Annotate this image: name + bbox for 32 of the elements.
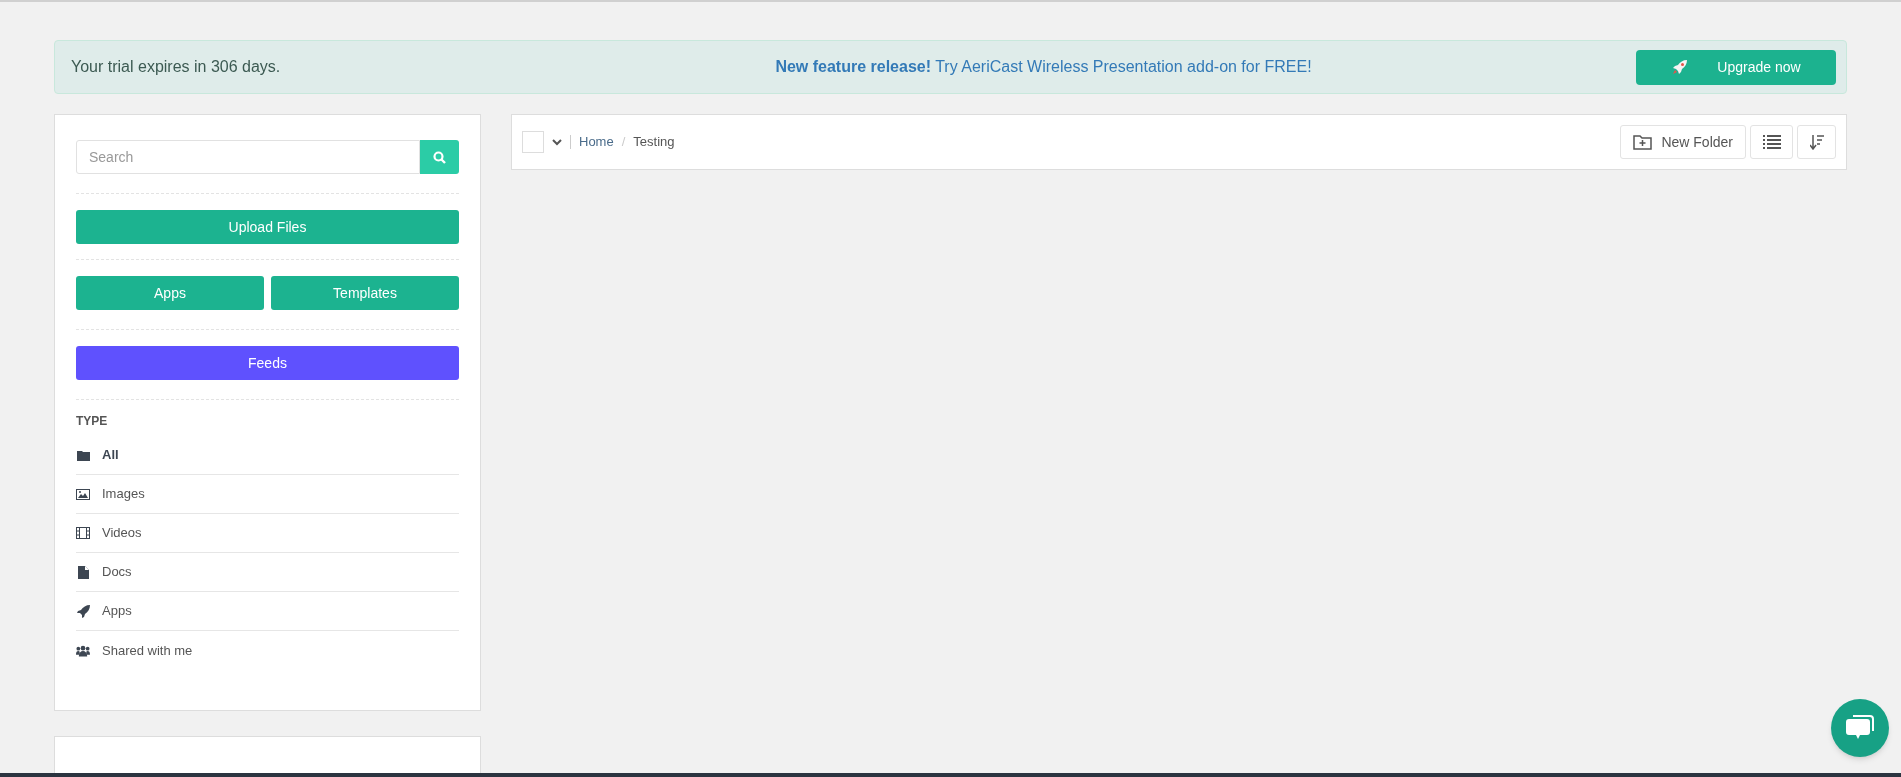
folder-icon [76, 449, 90, 461]
type-filter-item[interactable]: All [102, 445, 119, 465]
chat-button[interactable] [1831, 699, 1889, 757]
folder-plus-icon [1633, 134, 1654, 150]
new-folder-button[interactable]: New Folder [1620, 125, 1746, 159]
type-filter-item[interactable]: Videos [102, 523, 142, 543]
search-icon [433, 150, 446, 164]
breadcrumb-current: Testing [633, 133, 675, 152]
caret-icon[interactable] [552, 138, 562, 146]
rocket-icon [1671, 58, 1690, 76]
breadcrumb-link[interactable]: Home [579, 132, 614, 152]
search-field[interactable]: Search [76, 140, 420, 174]
sort-button[interactable] [1797, 125, 1836, 159]
select-all-checkbox[interactable] [522, 131, 544, 153]
document-icon [77, 565, 89, 579]
users-icon [76, 644, 90, 657]
sort-icon [1809, 134, 1824, 150]
section-heading: TYPE [76, 413, 109, 430]
list-view-button[interactable] [1750, 125, 1793, 159]
rocket-icon [76, 604, 90, 618]
type-filter-item[interactable]: Shared with me [102, 640, 193, 661]
film-icon [76, 527, 90, 539]
type-filter-item[interactable]: Images [102, 484, 145, 504]
list-icon [1762, 135, 1781, 149]
feeds-button[interactable]: Feeds [76, 346, 459, 380]
trial-notice: Your trial expires in 306 days. [71, 57, 282, 77]
type-filter-item[interactable]: Docs [102, 562, 132, 582]
breadcrumb-separator: / [621, 133, 626, 152]
image-icon [76, 488, 90, 500]
type-filter-item[interactable]: Apps [102, 601, 132, 621]
search-button[interactable] [420, 140, 459, 174]
announcement-text: New feature release! Try AeriCast Wireless Presentation add-on for FREE! [774, 57, 1313, 77]
